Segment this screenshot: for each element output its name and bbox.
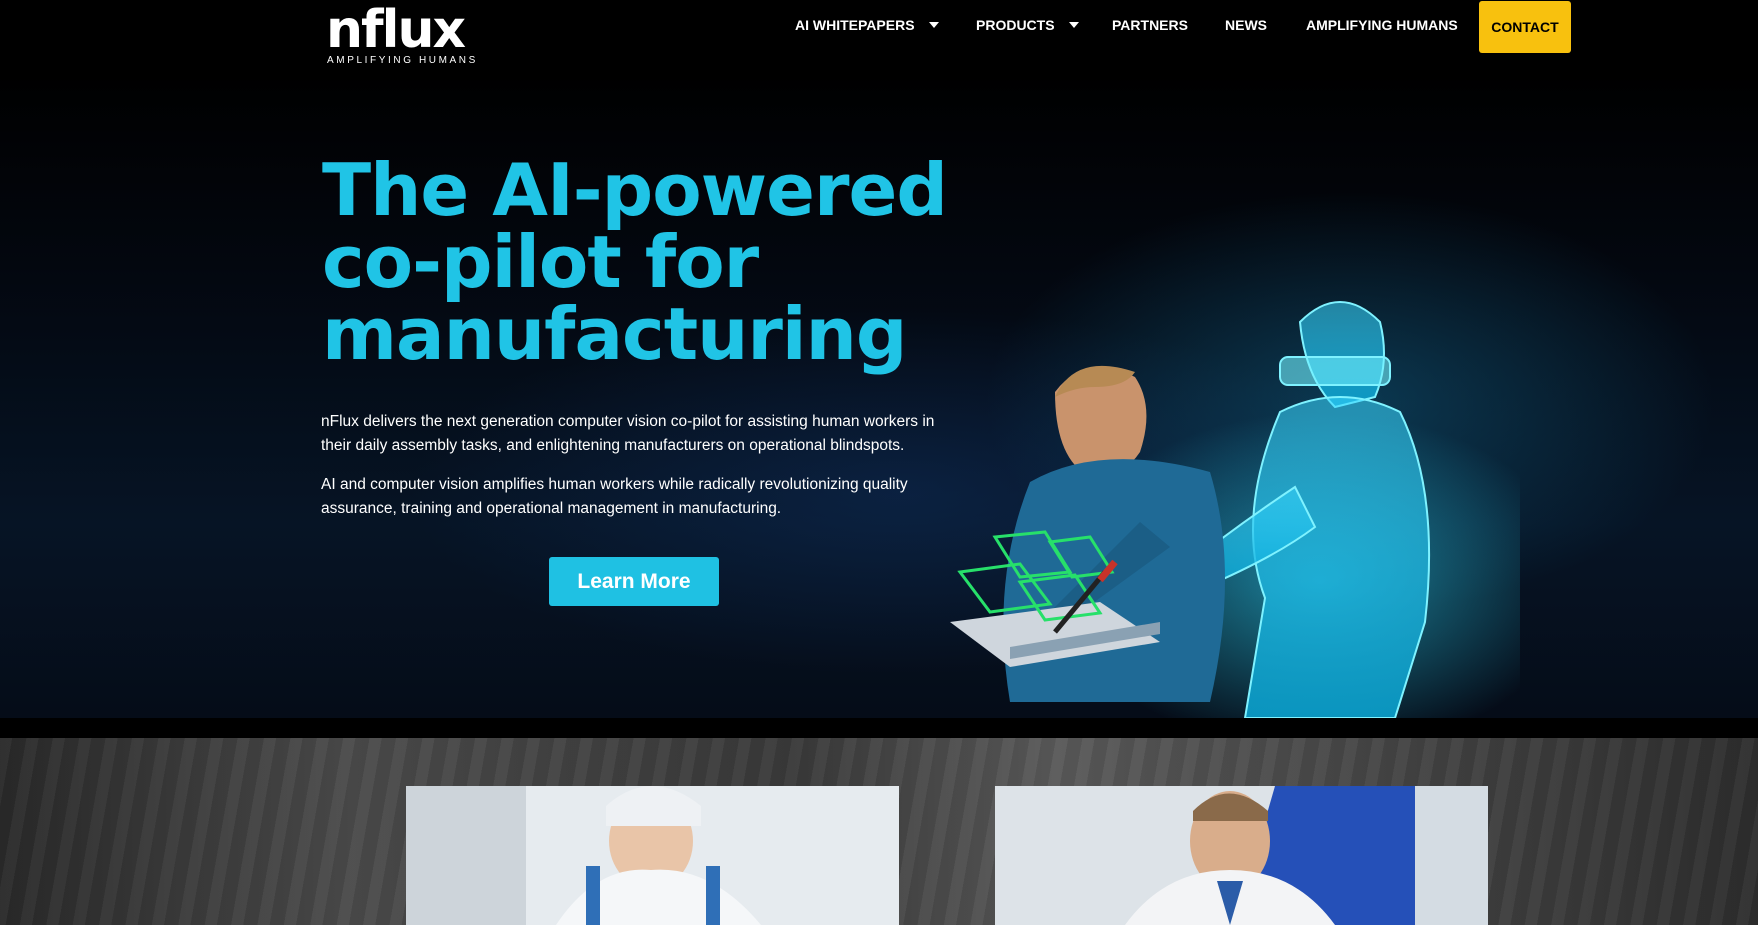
hero-paragraph-2: AI and computer vision amplifies human w… [321, 476, 908, 517]
engineer-photo [995, 786, 1488, 925]
logo-tagline: AMPLIFYING HUMANS [327, 55, 478, 66]
nav-label: NEWS [1225, 17, 1267, 33]
hero-title: The AI-powered co-pilot for manufacturin… [322, 148, 948, 376]
nav-item-partners[interactable]: PARTNERS [1112, 17, 1188, 33]
features-section [0, 738, 1758, 925]
site-header: nflux AMPLIFYING HUMANS AI WHITEPAPERS P… [0, 0, 1758, 72]
contact-button[interactable]: CONTACT [1479, 1, 1571, 53]
caret-down-icon [1068, 22, 1079, 28]
worker-photo [406, 786, 899, 925]
nav-item-ai-whitepapers[interactable]: AI WHITEPAPERS [795, 17, 939, 33]
logo-wordmark: nflux [326, 0, 466, 60]
nav-item-news[interactable]: NEWS [1225, 17, 1267, 33]
nav-label: AMPLIFYING HUMANS [1306, 17, 1458, 33]
nav-item-products[interactable]: PRODUCTS [976, 17, 1079, 33]
hero-section: The AI-powered co-pilot for manufacturin… [0, 72, 1758, 718]
feature-image-worker [406, 786, 899, 925]
section-divider [0, 718, 1758, 738]
hero-illustration [950, 301, 1520, 718]
caret-down-icon [928, 22, 939, 28]
nav-label: PARTNERS [1112, 17, 1188, 33]
nav-item-amplifying-humans[interactable]: AMPLIFYING HUMANS [1306, 17, 1458, 33]
hero-paragraph-1: nFlux delivers the next generation compu… [321, 413, 935, 454]
nflux-logo[interactable]: nflux AMPLIFYING HUMANS [326, 0, 478, 68]
learn-more-button[interactable]: Learn More [549, 557, 719, 606]
nav-label: AI WHITEPAPERS [795, 17, 915, 33]
nav-label: PRODUCTS [976, 17, 1055, 33]
feature-image-engineer [995, 786, 1488, 925]
